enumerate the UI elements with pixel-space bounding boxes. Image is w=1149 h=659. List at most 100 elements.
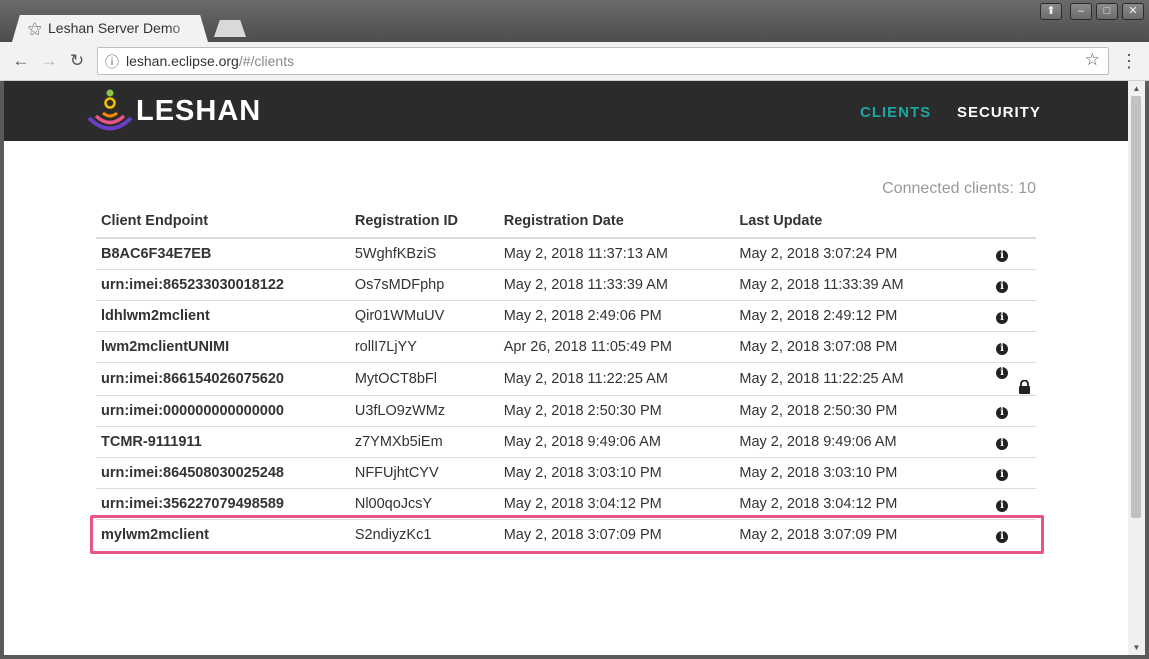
registration-id: Os7sMDFphp (349, 269, 499, 301)
window-close-button[interactable]: ✕ (1122, 3, 1144, 20)
row-actions: i (966, 300, 1036, 332)
window-maximize-button[interactable]: □ (1096, 3, 1118, 20)
window-titlebar: ⚝ Leshan Server Demo ⬆ – □ ✕ (0, 0, 1149, 42)
registration-date: May 2, 2018 3:07:09 PM (498, 519, 735, 550)
registration-date: May 2, 2018 11:37:13 AM (503, 246, 668, 262)
info-icon[interactable]: i (996, 367, 1008, 379)
page-viewport: LESHAN CLIENTS SECURITY Connected client… (4, 81, 1128, 655)
client-endpoint-link[interactable]: urn:imei:000000000000000 (96, 395, 350, 427)
row-actions: i (966, 362, 1036, 396)
site-header: LESHAN CLIENTS SECURITY (4, 81, 1128, 141)
row-actions: i (966, 457, 1036, 489)
leshan-favicon-icon: ⚝ (28, 20, 42, 36)
nav-security[interactable]: SECURITY (957, 104, 1041, 121)
info-icon[interactable]: i (996, 343, 1008, 355)
url-path: /#/clients (238, 53, 295, 69)
last-update: May 2, 2018 3:04:12 PM (734, 488, 966, 520)
column-header[interactable]: Last Update (734, 205, 966, 239)
page-info-icon[interactable]: ⓘ (105, 52, 119, 72)
table-row[interactable]: B8AC6F34E7EB 5WghfKBziS May 2, 2018 11:37:… (96, 238, 1036, 270)
registration-id: MytOCT8bFl (349, 362, 499, 396)
table-row[interactable]: ldhlwm2mclient Qir01WMuUV May 2, 2018 2:49… (96, 300, 1036, 332)
info-icon[interactable]: i (996, 500, 1008, 512)
client-endpoint-link[interactable]: urn:imei:866154026075620 (96, 362, 350, 396)
registration-date: May 2, 2018 11:22:25 AM (498, 362, 735, 396)
registration-date: May 2, 2018 2:50:30 PM (498, 395, 735, 427)
bookmark-star-icon[interactable]: ☆ (1085, 50, 1100, 70)
lock-icon (1019, 380, 1030, 395)
url-host: leshan.eclipse.org (126, 53, 239, 69)
info-icon[interactable]: i (996, 407, 1008, 419)
client-endpoint-link[interactable]: urn:imei:865233030018122 (96, 269, 350, 301)
last-update: May 2, 2018 3:03:10 PM (734, 457, 966, 489)
table-row[interactable]: urn:imei:866154026075620 MytOCT8bFl May 2,… (96, 362, 1036, 396)
url-text: leshan.eclipse.org/#/clients (126, 53, 294, 69)
info-icon[interactable]: i (996, 438, 1008, 450)
table-row[interactable]: TCMR-9111911 z7YMXb5iEm May 2, 2018 9:49:0… (96, 426, 1036, 458)
table-row[interactable]: urn:imei:864508030025248 NFFUjhtCYV May 2,… (96, 457, 1036, 489)
registration-date: May 2, 2018 2:49:06 PM (498, 300, 735, 332)
column-header-actions (966, 205, 1036, 239)
registration-id: Nl00qoJcsY (349, 488, 499, 520)
clients-table: Client Endpoint Registration ID Registra… (96, 205, 1036, 550)
registration-id: Qir01WMuUV (349, 300, 499, 332)
client-endpoint-link[interactable]: ldhlwm2mclient (96, 300, 350, 332)
browser-tab[interactable]: ⚝ Leshan Server Demo (12, 15, 208, 42)
last-update: May 2, 2018 9:49:06 AM (734, 426, 966, 458)
scroll-down-arrow-icon[interactable]: ▼ (1128, 643, 1145, 652)
scrollbar-thumb[interactable] (1131, 96, 1141, 518)
registration-date: May 2, 2018 3:04:12 PM (498, 488, 735, 520)
leshan-logo-icon (87, 89, 133, 131)
client-endpoint-link[interactable]: lwm2mclientUNIMI (96, 331, 350, 363)
row-actions: i (966, 426, 1036, 458)
table-row[interactable]: urn:imei:356227079498589 Nl00qoJcsY May 2,… (96, 488, 1036, 520)
registration-date: May 2, 2018 9:49:06 AM (498, 426, 735, 458)
browser-toolbar: ← → ↻ ⓘ leshan.eclipse.org/#/clients ☆ ⋮ (0, 42, 1149, 81)
registration-date: May 2, 2018 3:03:10 PM (498, 457, 735, 489)
last-update: May 2, 2018 2:50:30 PM (734, 395, 966, 427)
forward-arrow-icon[interactable]: → (39, 51, 59, 71)
registration-id: NFFUjhtCYV (349, 457, 499, 489)
last-update: May 2, 2018 2:49:12 PM (734, 300, 966, 332)
window-minimize-button[interactable]: – (1070, 3, 1092, 20)
client-endpoint-link[interactable]: TCMR-9111911 (96, 426, 350, 458)
registration-id: S2ndiyzKc1 (349, 519, 499, 550)
registration-date: May 2, 2018 11:33:39 AM (498, 269, 735, 301)
address-bar[interactable]: ⓘ leshan.eclipse.org/#/clients ☆ (97, 47, 1109, 75)
new-tab-button[interactable] (214, 20, 246, 37)
last-update: May 2, 2018 3:07:09 PM (734, 519, 966, 550)
registration-date: Apr 26, 2018 11:05:49 PM (498, 331, 735, 363)
client-endpoint-link[interactable]: B8AC6F34E7EB (96, 238, 350, 270)
reload-icon[interactable]: ↻ (67, 51, 87, 71)
table-row[interactable]: urn:imei:000000000000000 U3fLO9zWMz May 2,… (96, 395, 1036, 427)
nav-clients[interactable]: CLIENTS (860, 104, 931, 121)
connected-clients-count: Connected clients: 10 (882, 180, 1036, 197)
table-row[interactable]: urn:imei:865233030018122 Os7sMDFphp May 2,… (96, 269, 1036, 301)
page-scrollbar[interactable]: ▲ ▼ (1128, 81, 1145, 655)
column-header[interactable]: Registration ID (349, 205, 499, 239)
column-header[interactable]: Registration Date (498, 205, 735, 239)
client-endpoint-link[interactable]: urn:imei:356227079498589 (96, 488, 350, 520)
client-endpoint-link[interactable]: urn:imei:864508030025248 (96, 457, 350, 489)
last-update: May 2, 2018 11:22:25 AM (734, 362, 966, 396)
row-actions: i (966, 519, 1036, 550)
row-actions: i (966, 238, 1036, 270)
column-header[interactable]: Client Endpoint (96, 205, 350, 239)
row-actions: i (966, 269, 1036, 301)
row-actions: i (966, 395, 1036, 427)
window-keep-above-button[interactable]: ⬆ (1040, 3, 1062, 20)
back-arrow-icon[interactable]: ← (11, 51, 31, 71)
table-row[interactable]: lwm2mclientUNIMI rollI7LjYY Apr 26, 2018 1… (96, 331, 1036, 363)
registration-id: U3fLO9zWMz (349, 395, 499, 427)
info-icon[interactable]: i (996, 281, 1008, 293)
info-icon[interactable]: i (996, 250, 1008, 262)
registration-id: z7YMXb5iEm (349, 426, 499, 458)
table-row[interactable]: mylwm2mclient S2ndiyzKc1 May 2, 2018 3:07:… (96, 519, 1036, 550)
scroll-up-arrow-icon[interactable]: ▲ (1128, 84, 1145, 93)
tab-title: Leshan Server Demo (48, 20, 181, 36)
info-icon[interactable]: i (996, 312, 1008, 324)
client-endpoint-link[interactable]: mylwm2mclient (96, 519, 350, 550)
browser-menu-icon[interactable]: ⋮ (1120, 51, 1138, 72)
info-icon[interactable]: i (996, 531, 1008, 543)
info-icon[interactable]: i (996, 469, 1008, 481)
